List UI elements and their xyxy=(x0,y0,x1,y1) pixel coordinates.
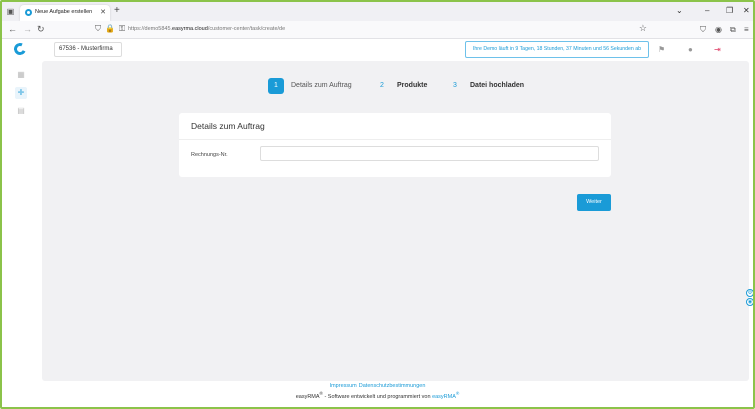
step-label: Produkte xyxy=(397,82,428,89)
extensions-icon[interactable]: ⧉ xyxy=(730,25,736,35)
close-window-icon[interactable]: ✕ xyxy=(743,6,750,15)
navigation-bar: ← → ↻ ⛉🔒⚿ https://demo5845.easyrma.cloud… xyxy=(2,21,753,39)
step-label: Datei hochladen xyxy=(470,82,525,89)
demo-expiry-notice: Ihre Demo läuft in 9 Tagen, 18 Stunden, … xyxy=(465,41,649,58)
tenant-select[interactable]: 67536 - Musterfirma xyxy=(54,42,122,57)
invoice-number-input[interactable] xyxy=(260,146,599,161)
sidebar: ▦ ✛ ▤ xyxy=(2,61,42,407)
details-card: Details zum Auftrag Rechnungs-Nr. xyxy=(179,113,611,177)
flag-icon[interactable]: ⚑ xyxy=(658,45,665,54)
favicon-icon xyxy=(25,9,32,16)
main-content: 1 Details zum Auftrag 2 Produkte 3 Datei… xyxy=(42,61,749,381)
tab-list-icon[interactable]: ⌄ xyxy=(676,6,683,15)
step-number: 2 xyxy=(380,82,384,89)
impressum-link[interactable]: Impressum xyxy=(330,383,357,389)
site-info-icons[interactable]: ⛉🔒⚿ xyxy=(95,24,129,34)
restore-icon[interactable]: ❐ xyxy=(726,6,733,15)
menu-icon[interactable]: ≡ xyxy=(744,25,749,34)
easyrma-logo[interactable] xyxy=(12,41,28,57)
app-header: 67536 - Musterfirma Ihre Demo läuft in 9… xyxy=(2,39,753,61)
close-tab-icon[interactable]: ✕ xyxy=(100,8,106,16)
logout-icon[interactable]: ⇥ xyxy=(714,45,721,54)
step-label: Details zum Auftrag xyxy=(291,82,352,89)
tab-title: Neue Aufgabe erstellen xyxy=(35,9,93,15)
help-icon[interactable]: ◉ xyxy=(746,298,753,306)
settings-gear-icon[interactable]: ⚙ xyxy=(746,289,753,297)
minimize-icon[interactable]: – xyxy=(705,6,709,15)
invoice-number-label: Rechnungs-Nr. xyxy=(191,152,228,158)
footer: Impressum Datenschutzbestimmungen easyRMA… xyxy=(2,383,753,400)
step-number: 3 xyxy=(453,82,457,89)
step-number: 1 xyxy=(268,78,284,94)
tasks-list-icon[interactable]: ▤ xyxy=(15,105,27,117)
bookmark-star-icon[interactable]: ☆ xyxy=(639,23,647,34)
create-task-icon[interactable]: ✛ xyxy=(15,87,27,99)
notification-icon[interactable]: ● xyxy=(688,45,693,54)
back-icon[interactable]: ← xyxy=(8,24,17,34)
card-divider xyxy=(179,139,611,140)
card-title: Details zum Auftrag xyxy=(191,121,265,131)
pocket-icon[interactable]: ⛉ xyxy=(700,25,706,35)
address-bar[interactable]: ⛉🔒⚿ https://demo5845.easyrma.cloud/custo… xyxy=(92,23,652,36)
reload-icon[interactable]: ↻ xyxy=(37,24,45,35)
dashboard-icon[interactable]: ▦ xyxy=(15,69,27,81)
url-text[interactable]: https://demo5845.easyrma.cloud/customer-… xyxy=(128,26,285,32)
privacy-link[interactable]: Datenschutzbestimmungen xyxy=(359,383,426,389)
browser-tab[interactable]: Neue Aufgabe erstellen ✕ xyxy=(20,5,110,21)
account-icon[interactable]: ◉ xyxy=(715,25,722,34)
forward-icon[interactable]: → xyxy=(23,24,32,34)
footer-credit: easyRMA® - Software entwickelt und progr… xyxy=(295,391,460,400)
next-button[interactable]: Weiter xyxy=(577,194,611,211)
browser-window: ▣ Neue Aufgabe erstellen ✕ + ⌄ – ❐ ✕ ← →… xyxy=(0,0,755,409)
easyrma-link[interactable]: easyRMA® xyxy=(432,391,459,400)
new-tab-icon[interactable]: + xyxy=(114,5,120,16)
tab-overview-icon[interactable]: ▣ xyxy=(6,7,15,16)
tab-bar: ▣ Neue Aufgabe erstellen ✕ + ⌄ – ❐ ✕ xyxy=(2,2,753,21)
